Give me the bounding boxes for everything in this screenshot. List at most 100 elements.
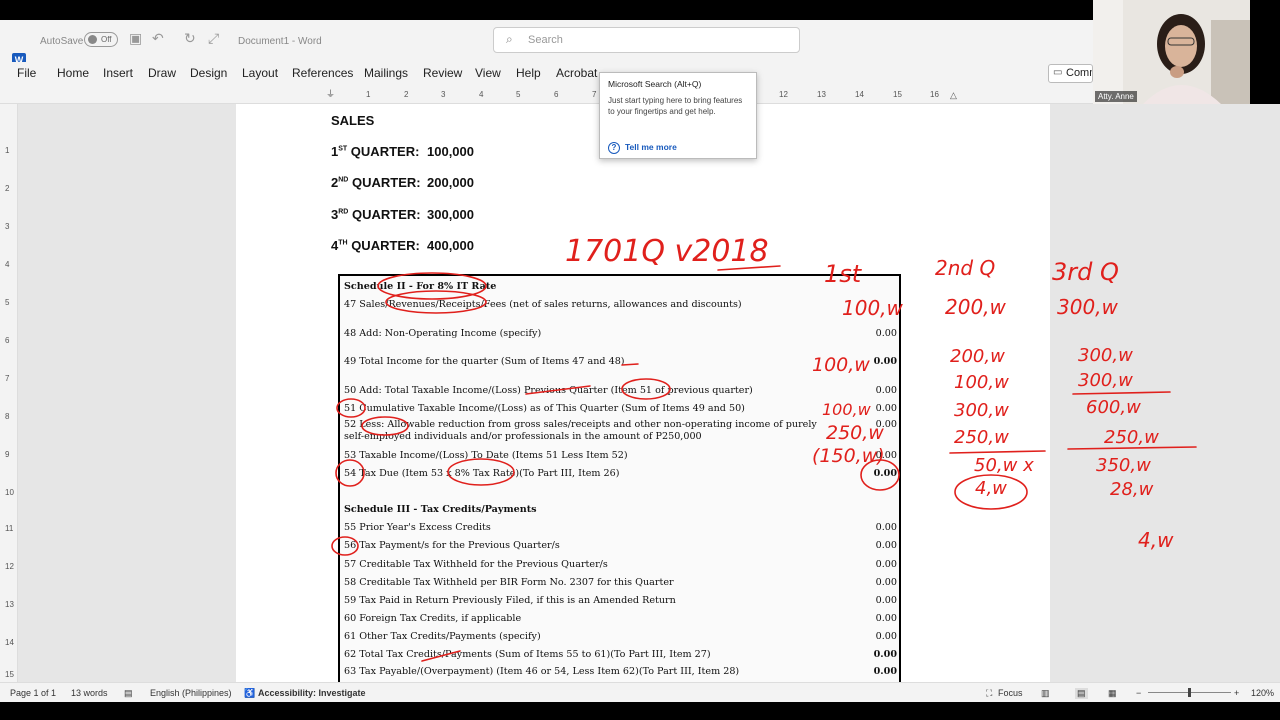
form-row: 59 Tax Paid in Return Previously Filed, … <box>344 595 899 606</box>
quarter-label: QUARTER: <box>348 175 421 190</box>
autosave-label: AutoSave <box>40 36 84 47</box>
ruler-number: 14 <box>855 90 864 99</box>
zoom-out-icon[interactable]: − <box>1136 688 1141 698</box>
form-row: 50 Add: Total Taxable Income/(Loss) Prev… <box>344 385 899 396</box>
form-row-value: 0.00 <box>873 356 897 367</box>
form-row-value: 0.00 <box>875 522 897 533</box>
sales-heading: SALES <box>331 113 375 128</box>
save-icon[interactable]: ▣ <box>129 30 142 47</box>
ruler-number: 9 <box>5 450 10 459</box>
form-row-value: 0.00 <box>873 666 897 677</box>
quarter-amount: 300,000 <box>427 207 474 222</box>
form-row-label: 62 Total Tax Credits/Payments (Sum of It… <box>344 649 711 660</box>
form-row-value: 0.00 <box>875 328 897 339</box>
horizontal-ruler[interactable]: 1 2 3 4 5 6 7 8 9 10 11 12 13 14 15 16 ⏚… <box>0 86 1093 104</box>
ruler-number: 6 <box>554 90 559 99</box>
form-row-value: 0.00 <box>875 419 897 430</box>
quarter-line: 4TH QUARTER: 400,000 <box>331 238 474 253</box>
ruler-number: 4 <box>5 260 10 269</box>
form-row: 56 Tax Payment/s for the Previous Quarte… <box>344 540 899 551</box>
tab-home[interactable]: Home <box>57 66 89 80</box>
form-row-label: 57 Creditable Tax Withheld for the Previ… <box>344 559 608 570</box>
focus-mode[interactable]: Focus <box>998 688 1023 698</box>
tab-review[interactable]: Review <box>423 66 462 80</box>
form-row: 62 Total Tax Credits/Payments (Sum of It… <box>344 649 899 660</box>
ribbon-tabs: File Home Insert Draw Design Layout Refe… <box>0 62 1093 86</box>
search-box[interactable]: ⌕ Search <box>493 27 800 53</box>
document-page[interactable]: SALES 1ST QUARTER: 100,000 2ND QUARTER: … <box>236 104 1050 682</box>
form-row-label: 56 Tax Payment/s for the Previous Quarte… <box>344 540 560 551</box>
quarter-line: 3RD QUARTER: 300,000 <box>331 207 474 222</box>
ruler-number: 3 <box>5 222 10 231</box>
form-row-label: 58 Creditable Tax Withheld per BIR Form … <box>344 577 674 588</box>
document-workspace: 1 2 3 4 5 6 7 8 9 10 11 12 13 14 15 SALE… <box>0 104 1280 682</box>
tab-insert[interactable]: Insert <box>103 66 133 80</box>
form-row-label: Schedule II - For 8% IT Rate <box>344 281 497 292</box>
undo-icon[interactable]: ↶ <box>152 30 164 47</box>
web-layout-icon[interactable]: ▦ <box>1108 688 1117 699</box>
bir-form-image[interactable]: Schedule II - For 8% IT Rate 47 Sales/Re… <box>338 274 901 682</box>
tab-file[interactable]: File <box>17 66 36 80</box>
presenter-video <box>1093 0 1250 104</box>
ruler-number: 2 <box>404 90 409 99</box>
form-row-value: 0.00 <box>875 450 897 461</box>
form-row-value: 0.00 <box>875 385 897 396</box>
form-row-label: 50 Add: Total Taxable Income/(Loss) Prev… <box>344 385 753 396</box>
quarter-amount: 400,000 <box>427 238 474 253</box>
quarter-suffix: RD <box>338 208 349 216</box>
ruler-number: 5 <box>516 90 521 99</box>
tab-help[interactable]: Help <box>516 66 541 80</box>
form-row: 52 Less: Allowable reduction from gross … <box>344 419 899 430</box>
search-placeholder: Search <box>528 34 563 46</box>
tab-references[interactable]: References <box>292 66 353 80</box>
redo-icon[interactable]: ↻ <box>184 30 196 47</box>
form-row: 53 Taxable Income/(Loss) To Date (Items … <box>344 450 899 461</box>
webcam-overlay: Atty. Anne <box>1093 0 1250 104</box>
proofing-icon[interactable]: ▤ <box>124 688 133 699</box>
quarter-line: 1ST QUARTER: 100,000 <box>331 144 474 159</box>
ruler-number: 6 <box>5 336 10 345</box>
tab-layout[interactable]: Layout <box>242 66 278 80</box>
tab-acrobat[interactable]: Acrobat <box>556 66 597 80</box>
print-layout-icon[interactable]: ▤ <box>1075 688 1088 699</box>
form-row: 49 Total Income for the quarter (Sum of … <box>344 356 899 367</box>
read-mode-icon[interactable]: ▥ <box>1041 688 1050 699</box>
ruler-number: 12 <box>779 90 788 99</box>
vertical-ruler[interactable]: 1 2 3 4 5 6 7 8 9 10 11 12 13 14 15 <box>0 104 18 682</box>
tab-view[interactable]: View <box>475 66 501 80</box>
form-row-label: self-employed individuals and/or profess… <box>344 431 702 442</box>
zoom-slider-thumb[interactable] <box>1188 688 1191 697</box>
ruler-number: 1 <box>366 90 371 99</box>
autosave-toggle[interactable]: Off <box>84 32 118 47</box>
page-count[interactable]: Page 1 of 1 <box>10 688 56 698</box>
form-row-label: 55 Prior Year's Excess Credits <box>344 522 491 533</box>
comments-button[interactable]: ▭ Comm <box>1048 64 1093 83</box>
form-row: self-employed individuals and/or profess… <box>344 431 899 442</box>
quarter-suffix: ST <box>338 145 348 153</box>
tab-mailings[interactable]: Mailings <box>364 66 408 80</box>
form-row: 57 Creditable Tax Withheld for the Previ… <box>344 559 899 570</box>
quarter-amount: 100,000 <box>427 144 474 159</box>
form-row-value: 0.00 <box>875 559 897 570</box>
ruler-number: 12 <box>5 562 14 571</box>
tell-me-more-link[interactable]: ? Tell me more <box>608 142 677 154</box>
form-row-label: 60 Foreign Tax Credits, if applicable <box>344 613 522 624</box>
tab-draw[interactable]: Draw <box>148 66 176 80</box>
help-icon: ? <box>608 142 620 154</box>
form-row: 47 Sales/Revenues/Receipts/Fees (net of … <box>344 299 899 310</box>
zoom-level[interactable]: 120% <box>1251 688 1274 698</box>
touch-mode-icon[interactable]: ⤢ <box>208 30 219 47</box>
focus-icon: ⛶ <box>986 688 993 698</box>
tooltip-title: Microsoft Search (Alt+Q) <box>608 79 702 89</box>
word-count[interactable]: 13 words <box>71 688 108 698</box>
form-row-label: 53 Taxable Income/(Loss) To Date (Items … <box>344 450 628 461</box>
language-indicator[interactable]: English (Philippines) <box>150 688 232 698</box>
quarter-line: 2ND QUARTER: 200,000 <box>331 175 474 190</box>
right-indent-marker-icon[interactable]: △ <box>950 90 957 101</box>
indent-marker-icon[interactable]: ⏚ <box>326 87 335 100</box>
search-tooltip: Microsoft Search (Alt+Q) Just start typi… <box>599 72 757 159</box>
accessibility-status[interactable]: Accessibility: Investigate <box>258 688 366 698</box>
zoom-in-icon[interactable]: + <box>1234 688 1239 698</box>
tab-design[interactable]: Design <box>190 66 227 80</box>
form-row-label: Schedule III - Tax Credits/Payments <box>344 504 537 515</box>
